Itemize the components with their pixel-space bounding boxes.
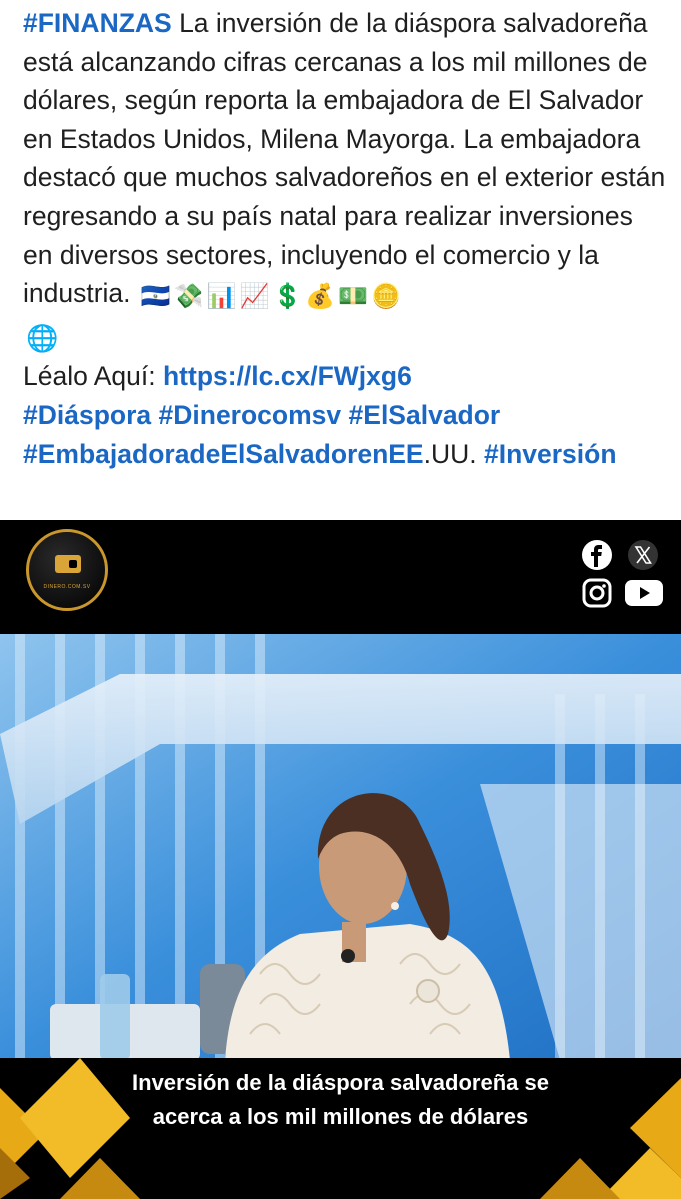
hashtag-finanzas[interactable]: #FINANZAS	[23, 8, 172, 38]
hashtag-diaspora[interactable]: #Diáspora	[23, 400, 151, 430]
hashtag-inversion[interactable]: #Inversión	[484, 439, 617, 469]
hashtag-elsalvador[interactable]: #ElSalvador	[349, 400, 501, 430]
post-body: La inversión de la diáspora salvadoreña …	[23, 8, 666, 309]
hashtag-embajadora[interactable]: #EmbajadoradeElSalvadorenEE	[23, 439, 424, 469]
dinero-logo: DINERO.COM.SV	[26, 529, 108, 611]
card-header: DINERO.COM.SV	[0, 520, 681, 634]
hashtag-suffix: .UU.	[423, 438, 477, 469]
interview-photo	[0, 634, 681, 1060]
caption-line-1: Inversión de la diáspora salvadoreña se	[132, 1070, 549, 1095]
el-salvador-flag-icon: 🇸🇻	[140, 283, 171, 311]
facebook-icon	[580, 538, 614, 572]
post-image-card[interactable]: DINERO.COM.SV Inversión de la diáspora s…	[0, 520, 681, 1199]
dollar-banknote-icon: 💵	[338, 283, 369, 311]
money-wings-icon: 💸	[173, 283, 204, 311]
instagram-icon	[580, 576, 614, 610]
wallet-icon	[55, 555, 81, 573]
post-text: #FINANZAS La inversión de la diáspora sa…	[23, 4, 668, 473]
hashtag-dinerocomsv[interactable]: #Dinerocomsv	[159, 400, 342, 430]
coin-icon: 🪙	[371, 283, 402, 311]
dollar-sign-icon: 💲	[272, 283, 303, 311]
caption-line-2: acerca a los mil millones de dólares	[152, 1104, 529, 1129]
read-label: Léalo Aquí:	[23, 361, 163, 392]
image-caption: Inversión de la diáspora salvadoreña se …	[120, 1066, 561, 1134]
article-link[interactable]: https://lc.cx/FWjxg6	[163, 361, 412, 391]
youtube-icon	[624, 578, 664, 608]
globe-icon: 🌐	[26, 322, 59, 353]
chart-increasing-icon: 📈	[239, 283, 270, 311]
x-icon	[626, 538, 660, 572]
money-bag-icon: 💰	[305, 283, 336, 311]
logo-text: DINERO.COM.SV	[43, 584, 91, 590]
bar-chart-icon: 📊	[206, 283, 237, 311]
